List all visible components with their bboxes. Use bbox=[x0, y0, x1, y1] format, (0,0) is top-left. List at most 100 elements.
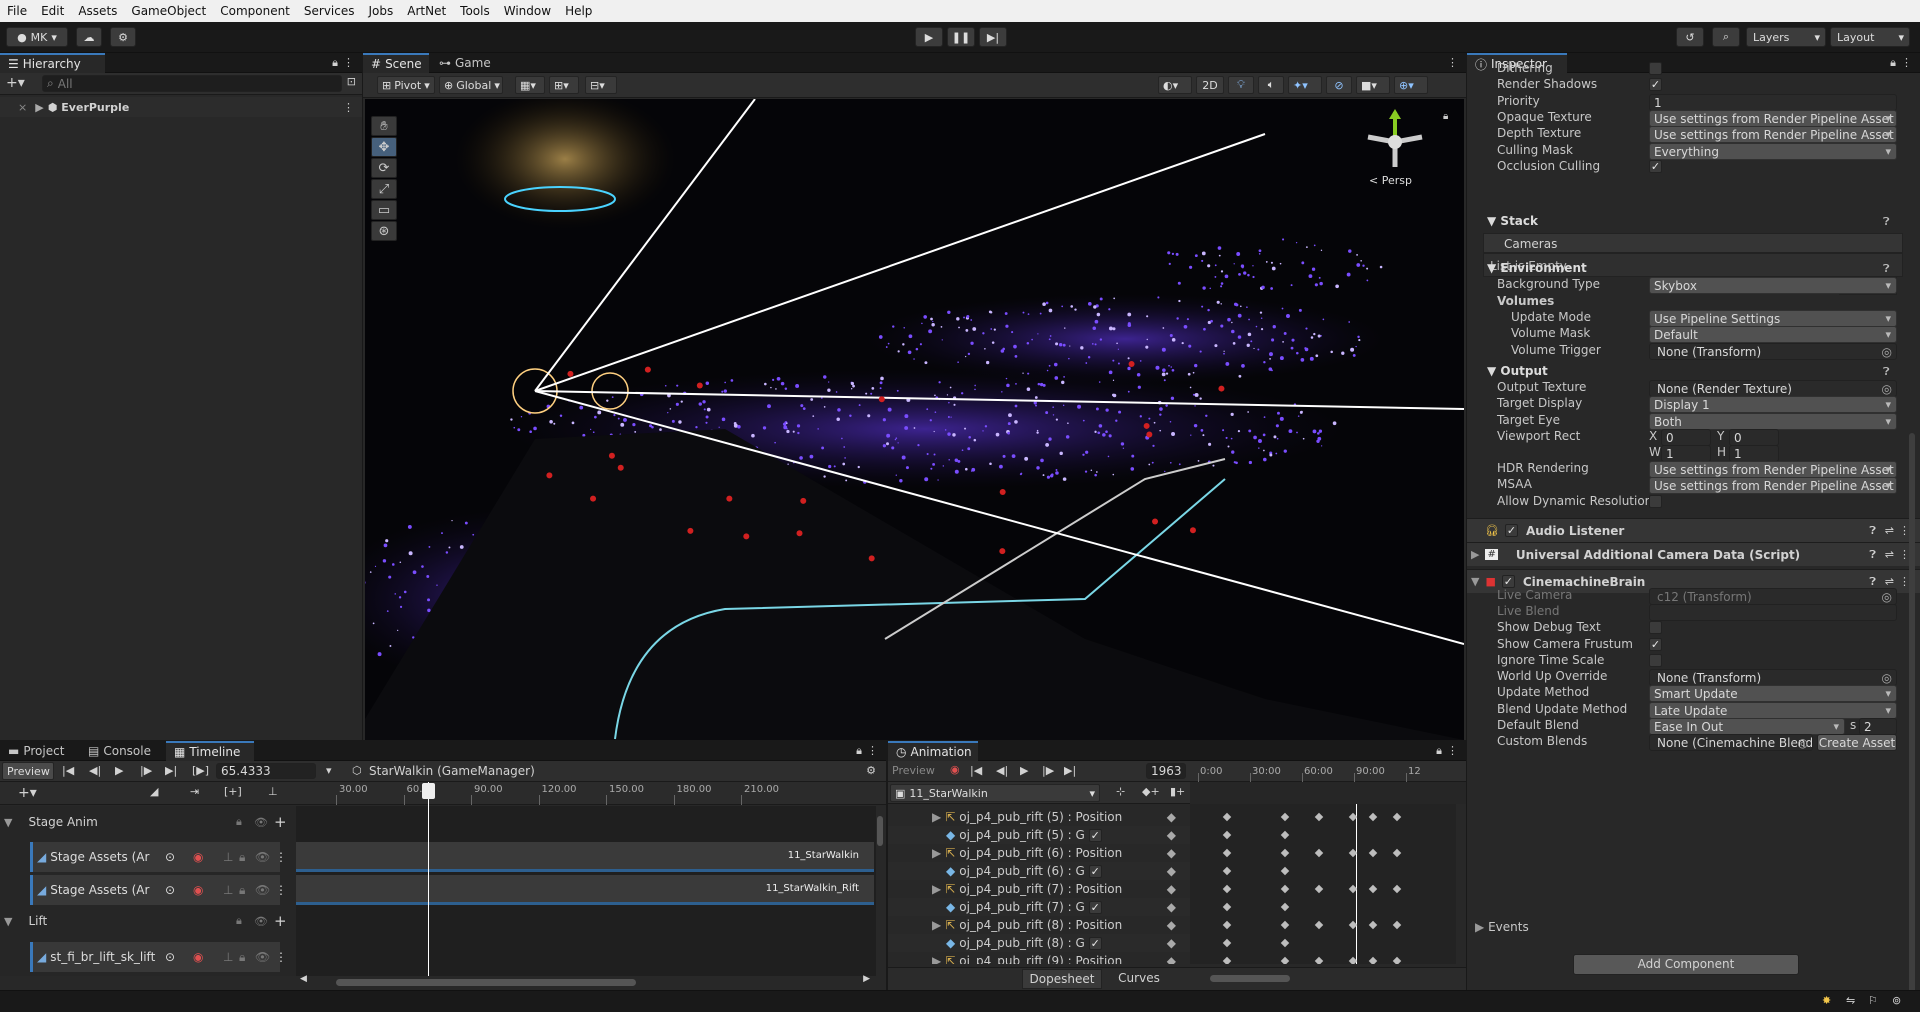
menu-component[interactable]: Component bbox=[213, 4, 297, 18]
inspector-text-field[interactable]: 1 bbox=[1649, 94, 1897, 111]
curves-tab-button[interactable]: Curves bbox=[1104, 969, 1174, 989]
play-icon[interactable]: ▶ bbox=[1020, 764, 1028, 777]
eye-icon[interactable]: 👁︎ bbox=[254, 915, 268, 928]
playhead-handle[interactable] bbox=[422, 783, 435, 799]
keyframe[interactable] bbox=[1368, 812, 1378, 822]
inspector-dropdown[interactable]: Late Update bbox=[1649, 702, 1897, 719]
next-frame-icon[interactable]: |▶ bbox=[140, 764, 152, 777]
object-picker-icon[interactable]: ◎ bbox=[1882, 671, 1892, 685]
menu-artnet[interactable]: ArtNet bbox=[400, 4, 453, 18]
previous-frame-icon[interactable]: ◀| bbox=[996, 764, 1008, 777]
help-icon[interactable]: ❓︎ bbox=[1869, 575, 1876, 589]
network-icon[interactable]: ⇋ bbox=[1846, 994, 1855, 1007]
settings-icon[interactable]: ⊚ bbox=[1892, 994, 1901, 1007]
inspector-checkbox[interactable] bbox=[1649, 621, 1662, 634]
bake-lighting-icon[interactable]: ✸ bbox=[1822, 994, 1831, 1007]
expand-arrow-icon[interactable]: ▶ bbox=[35, 101, 43, 114]
kebab-menu-icon[interactable]: ⋮ bbox=[1447, 744, 1458, 757]
create-asset-button[interactable]: Create Asset bbox=[1817, 734, 1897, 751]
inspector-checkbox[interactable]: ✓ bbox=[1649, 78, 1662, 91]
viewport-x-field[interactable]: 0 bbox=[1661, 429, 1711, 446]
kebab-menu-icon[interactable]: ⋮ bbox=[275, 850, 287, 864]
visibility-icon[interactable]: ⨯ bbox=[18, 101, 27, 114]
keyframe-dot-icon[interactable]: ◆ bbox=[1167, 810, 1176, 824]
toggle-2d-button[interactable]: 2D bbox=[1196, 76, 1224, 94]
audio-listener-enabled-checkbox[interactable]: ✓ bbox=[1504, 524, 1518, 537]
pivot-dropdown[interactable]: ⊞ Pivot ▾ bbox=[377, 76, 435, 94]
foldout-arrow-icon[interactable]: ▶ bbox=[1471, 548, 1479, 561]
object-picker-icon[interactable]: ◎ bbox=[1882, 345, 1892, 359]
snap-icon[interactable]: ◢ bbox=[150, 785, 158, 798]
record-icon[interactable]: ◉ bbox=[950, 763, 960, 776]
lock-icon[interactable]: 🔒︎ bbox=[332, 56, 338, 70]
timeline-clips-area[interactable]: 11_StarWalkin 11_StarWalkin_Rift bbox=[296, 782, 883, 976]
menu-assets[interactable]: Assets bbox=[71, 4, 124, 18]
timeline-hscroll[interactable] bbox=[336, 979, 636, 986]
inspector-dropdown[interactable]: Use Pipeline Settings bbox=[1649, 310, 1897, 327]
rect-tool[interactable]: ▭ bbox=[371, 200, 397, 220]
shading-mode-dropdown[interactable]: ◐▾ bbox=[1158, 76, 1192, 94]
foldout-arrow-icon[interactable]: ▼ bbox=[1487, 364, 1496, 378]
lock-icon[interactable]: 🔒︎ bbox=[1443, 111, 1448, 122]
timeline-preview-button[interactable]: Preview bbox=[2, 762, 54, 780]
debug-icon[interactable]: ⚐ bbox=[1868, 994, 1878, 1007]
account-button[interactable]: ● MK ▾ bbox=[6, 27, 68, 47]
target-icon[interactable]: ⊙ bbox=[165, 883, 175, 897]
keyframe[interactable] bbox=[1280, 848, 1290, 858]
keyframe[interactable] bbox=[1368, 848, 1378, 858]
inspector-dropdown[interactable]: Use settings from Render Pipeline Asset bbox=[1649, 477, 1897, 494]
menu-gameobject[interactable]: GameObject bbox=[124, 4, 213, 18]
preset-icon[interactable]: ⇌ bbox=[1885, 575, 1894, 588]
inspector-checkbox[interactable]: ✓ bbox=[1649, 160, 1662, 173]
pin-icon[interactable]: ⊥ bbox=[223, 850, 233, 864]
add-keyframe-icon[interactable]: ◆+ bbox=[1142, 785, 1160, 798]
menu-services[interactable]: Services bbox=[297, 4, 362, 18]
foldout-arrow-icon[interactable]: ▼ bbox=[4, 915, 12, 928]
track-stage-assets-2[interactable]: ◢ Stage Assets (Ar ⊙ ◉ ⊥ 🔒︎ 👁︎ ⋮ bbox=[30, 875, 287, 905]
tab-timeline[interactable]: ▦ Timeline bbox=[166, 741, 254, 761]
hierarchy-search-input[interactable]: ⌕ All bbox=[42, 75, 342, 92]
inspector-dropdown[interactable]: Default bbox=[1649, 326, 1897, 343]
animation-property-row[interactable]: ◆ oj_p4_pub_rift (5) : G ✓ ◆ bbox=[888, 826, 1190, 844]
dopesheet-area[interactable] bbox=[1190, 804, 1456, 964]
property-checkbox[interactable]: ✓ bbox=[1088, 900, 1102, 914]
animation-ruler[interactable]: 0:00 30:00 60:00 90:00 12 bbox=[1190, 761, 1456, 782]
keyframe[interactable] bbox=[1222, 902, 1232, 912]
undo-history-button[interactable]: ↺ bbox=[1676, 27, 1704, 47]
keyframe[interactable] bbox=[1222, 938, 1232, 948]
inspector-checkbox[interactable] bbox=[1649, 62, 1662, 75]
search-options-icon[interactable]: ⊡ bbox=[347, 75, 356, 88]
eye-icon[interactable]: 👁︎ bbox=[255, 850, 270, 864]
inspector-dropdown[interactable]: Smart Update bbox=[1649, 685, 1897, 702]
scroll-right-icon[interactable]: ▶ bbox=[863, 974, 870, 984]
menu-window[interactable]: Window bbox=[497, 4, 558, 18]
lighting-toggle[interactable]: 💡︎ bbox=[1228, 76, 1254, 94]
pin-icon[interactable]: ⊥ bbox=[223, 950, 233, 964]
play-button[interactable]: ▶ bbox=[915, 27, 943, 47]
keyframe[interactable] bbox=[1314, 848, 1324, 858]
keyframe[interactable] bbox=[1280, 866, 1290, 876]
rotate-tool[interactable]: ⟳ bbox=[371, 158, 397, 178]
keyframe[interactable] bbox=[1280, 920, 1290, 930]
tab-console[interactable]: ▤ Console bbox=[80, 741, 160, 761]
increment-snap-dropdown[interactable]: ⊞▾ bbox=[549, 76, 579, 94]
timeline-ruler[interactable]: 30.00 60.00 90.00 120.00 150.00 180.00 210.00 bbox=[296, 782, 876, 805]
ruler-dropdown[interactable]: ⊟▾ bbox=[585, 76, 617, 94]
inspector-text-field[interactable] bbox=[1649, 604, 1897, 621]
inspector-dropdown[interactable]: Use settings from Render Pipeline Asset bbox=[1649, 126, 1897, 143]
tab-scene[interactable]: # Scene bbox=[363, 53, 429, 73]
preset-icon[interactable]: ⇌ bbox=[1885, 548, 1894, 561]
menu-jobs[interactable]: Jobs bbox=[362, 4, 401, 18]
help-icon[interactable]: ❓︎ bbox=[1883, 365, 1890, 379]
inspector-dropdown[interactable]: Everything bbox=[1649, 143, 1897, 160]
help-icon[interactable]: ❓︎ bbox=[1883, 262, 1890, 276]
keyframe-dot-icon[interactable]: ◆ bbox=[1167, 864, 1176, 878]
menu-file[interactable]: File bbox=[0, 4, 34, 18]
grid-snap-dropdown[interactable]: ▦▾ bbox=[515, 76, 545, 94]
inspector-dropdown[interactable]: Both bbox=[1649, 413, 1897, 430]
object-picker-icon[interactable]: ◎ bbox=[1882, 382, 1892, 396]
eye-icon[interactable]: 👁︎ bbox=[255, 883, 270, 897]
record-icon[interactable]: ◉ bbox=[193, 850, 203, 864]
inspector-dropdown[interactable]: Display 1 bbox=[1649, 396, 1897, 413]
lock-icon[interactable]: 🔒︎ bbox=[239, 883, 245, 898]
